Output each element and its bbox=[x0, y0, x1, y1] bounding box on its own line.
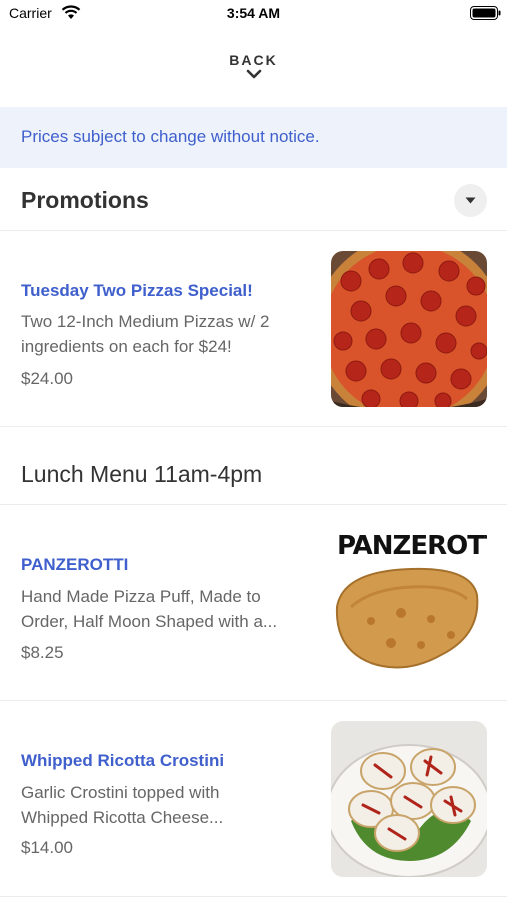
status-bar: Carrier 3:54 AM bbox=[0, 0, 507, 28]
menu-item[interactable]: Whipped Ricotta Crostini Garlic Crostini… bbox=[0, 701, 507, 897]
section-header-lunch-menu[interactable]: Lunch Menu 11am-4pm bbox=[0, 427, 507, 505]
battery-icon bbox=[470, 6, 501, 20]
item-description: Two 12-Inch Medium Pizzas w/ 2 ingredien… bbox=[21, 312, 270, 356]
menu-item[interactable]: PANZEROTTI Hand Made Pizza Puff, Made to… bbox=[0, 505, 507, 701]
item-name: Tuesday Two Pizzas Special! bbox=[21, 281, 253, 300]
item-price: $24.00 bbox=[21, 369, 73, 388]
item-name: Whipped Ricotta Crostini bbox=[21, 751, 225, 770]
collapse-button[interactable] bbox=[454, 184, 487, 217]
ricotta-crostini-image bbox=[331, 721, 487, 877]
back-label: BACK bbox=[229, 52, 278, 68]
item-price: $14.00 bbox=[21, 838, 73, 857]
section-title: Promotions bbox=[21, 187, 149, 213]
item-price: $8.25 bbox=[21, 643, 64, 662]
pepperoni-pizza-image bbox=[331, 251, 487, 407]
section-title: Lunch Menu 11am-4pm bbox=[21, 461, 263, 487]
item-description: Hand Made Pizza Puff, Made to Order, Hal… bbox=[21, 587, 278, 631]
clock: 3:54 AM bbox=[226, 5, 281, 21]
item-name: PANZEROTTI bbox=[21, 555, 129, 574]
menu-item[interactable]: Tuesday Two Pizzas Special! Two 12-Inch … bbox=[0, 231, 507, 427]
panzerotti-image: PANZEROTTI bbox=[331, 525, 487, 681]
section-header-promotions[interactable]: Promotions bbox=[0, 168, 507, 231]
item-description: Garlic Crostini topped with Whipped Rico… bbox=[21, 783, 224, 827]
caret-down-icon bbox=[465, 197, 476, 204]
price-notice-banner: Prices subject to change without notice. bbox=[0, 107, 507, 168]
back-button[interactable]: BACK bbox=[0, 52, 507, 79]
chevron-down-icon bbox=[246, 69, 261, 79]
notice-text: Prices subject to change without notice. bbox=[21, 127, 320, 146]
